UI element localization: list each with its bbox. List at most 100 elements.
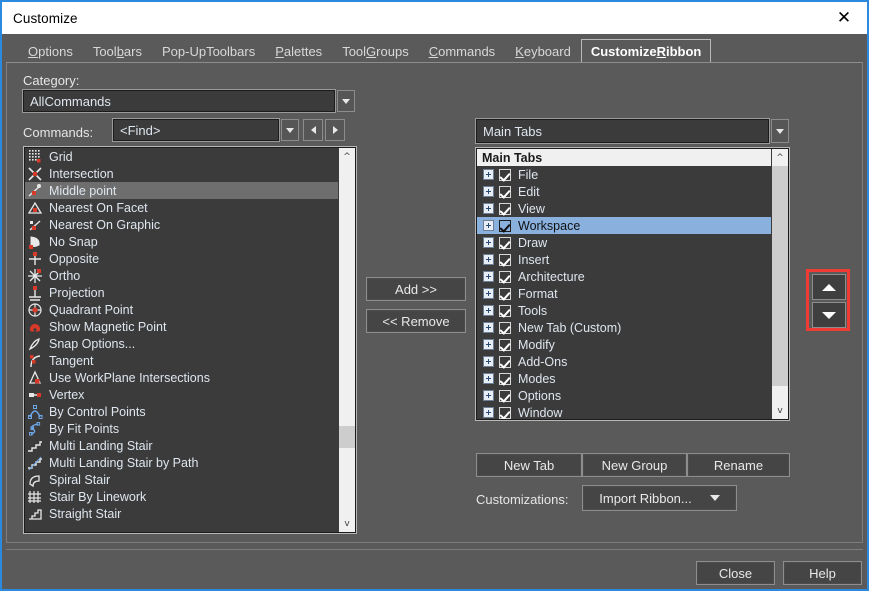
checkbox-checked-icon[interactable] [499,186,511,198]
command-list-item[interactable]: Ortho [25,267,338,284]
checkbox-checked-icon[interactable] [499,407,511,419]
expand-plus-icon[interactable] [483,186,494,197]
expand-plus-icon[interactable] [483,254,494,265]
expand-plus-icon[interactable] [483,220,494,231]
commands-list-scrollbar[interactable]: ^ v [338,148,355,532]
add-button[interactable]: Add >> [366,277,466,301]
command-list-item[interactable]: Stair By Linework [25,488,338,505]
scroll-down-icon[interactable]: v [772,402,788,419]
help-button[interactable]: Help [783,561,862,585]
ribbon-tree-item[interactable]: Add-Ons [477,353,771,370]
checkbox-checked-icon[interactable] [499,339,511,351]
command-list-item[interactable]: No Snap [25,233,338,250]
commands-prev-button[interactable] [303,119,323,141]
ribbon-tree[interactable]: Main Tabs FileEditViewWorkspaceDrawInser… [476,148,789,420]
checkbox-checked-icon[interactable] [499,169,511,181]
ribbon-tree-item[interactable]: Edit [477,183,771,200]
remove-button[interactable]: << Remove [366,309,466,333]
tab-pop-uptoolbars[interactable]: Pop-UpToolbars [152,39,265,63]
command-list-item[interactable]: By Control Points [25,403,338,420]
command-list-item[interactable]: Intersection [25,165,338,182]
ribbon-tree-item[interactable]: Format [477,285,771,302]
new-group-button[interactable]: New Group [582,453,687,477]
checkbox-checked-icon[interactable] [499,254,511,266]
close-icon[interactable]: ✕ [821,2,867,34]
tab-customize-ribbon[interactable]: Customize Ribbon [581,39,712,64]
command-list-item[interactable]: Nearest On Graphic [25,216,338,233]
expand-plus-icon[interactable] [483,271,494,282]
move-down-button[interactable] [812,302,846,328]
expand-plus-icon[interactable] [483,169,494,180]
ribbon-tree-item[interactable]: Modify [477,336,771,353]
checkbox-checked-icon[interactable] [499,305,511,317]
command-list-item[interactable]: Vertex [25,386,338,403]
expand-plus-icon[interactable] [483,305,494,316]
command-list-item[interactable]: Quadrant Point [25,301,338,318]
ribbon-scope-combobox[interactable]: Main Tabs [476,119,769,143]
command-list-item[interactable]: Show Magnetic Point [25,318,338,335]
expand-plus-icon[interactable] [483,373,494,384]
checkbox-checked-icon[interactable] [499,220,511,232]
checkbox-checked-icon[interactable] [499,390,511,402]
command-list-item[interactable]: Grid [25,148,338,165]
category-dropdown-button[interactable] [337,90,355,112]
ribbon-tree-item[interactable]: Options [477,387,771,404]
category-combobox[interactable]: AllCommands [23,90,335,112]
scroll-down-icon[interactable]: v [339,515,355,532]
tab-options[interactable]: Options [18,39,83,63]
command-list-item[interactable]: Middle point [25,182,338,199]
rename-button[interactable]: Rename [687,453,790,477]
scroll-up-icon[interactable]: ^ [339,148,355,165]
expand-plus-icon[interactable] [483,288,494,299]
command-list-item[interactable]: Multi Landing Stair by Path [25,454,338,471]
checkbox-checked-icon[interactable] [499,237,511,249]
ribbon-tree-item[interactable]: Window [477,404,771,419]
command-list-item[interactable]: Opposite [25,250,338,267]
move-up-button[interactable] [812,274,846,300]
expand-plus-icon[interactable] [483,322,494,333]
ribbon-tree-scroll-thumb[interactable] [772,166,788,386]
ribbon-tree-item[interactable]: View [477,200,771,217]
command-list-item[interactable]: Nearest On Facet [25,199,338,216]
commands-dropdown-button[interactable] [281,119,299,141]
command-list-item[interactable]: Multi Landing Stair [25,437,338,454]
commands-find-input[interactable]: <Find> [113,119,279,141]
tab-toolbars[interactable]: Toolbars [83,39,152,63]
new-tab-button[interactable]: New Tab [476,453,582,477]
expand-plus-icon[interactable] [483,203,494,214]
command-list-item[interactable]: Use WorkPlane Intersections [25,369,338,386]
command-list-item[interactable]: Projection [25,284,338,301]
tab-palettes[interactable]: Palettes [265,39,332,63]
scroll-up-icon[interactable]: ^ [772,149,788,166]
expand-plus-icon[interactable] [483,390,494,401]
checkbox-checked-icon[interactable] [499,203,511,215]
tab-commands[interactable]: Commands [419,39,505,63]
ribbon-tree-item[interactable]: Modes [477,370,771,387]
command-list-item[interactable]: Tangent [25,352,338,369]
tab-keyboard[interactable]: Keyboard [505,39,581,63]
close-button[interactable]: Close [696,561,775,585]
command-list-item[interactable]: Snap Options... [25,335,338,352]
command-list-item[interactable]: Spiral Stair [25,471,338,488]
expand-plus-icon[interactable] [483,237,494,248]
ribbon-tree-item[interactable]: Insert [477,251,771,268]
ribbon-tree-item[interactable]: Tools [477,302,771,319]
ribbon-tree-item[interactable]: New Tab (Custom) [477,319,771,336]
commands-next-button[interactable] [325,119,345,141]
command-list-item[interactable]: By Fit Points [25,420,338,437]
checkbox-checked-icon[interactable] [499,322,511,334]
ribbon-tree-item[interactable]: Draw [477,234,771,251]
ribbon-tree-item[interactable]: Architecture [477,268,771,285]
checkbox-checked-icon[interactable] [499,373,511,385]
ribbon-scope-dropdown-button[interactable] [771,119,789,143]
expand-plus-icon[interactable] [483,407,494,418]
expand-plus-icon[interactable] [483,339,494,350]
checkbox-checked-icon[interactable] [499,356,511,368]
ribbon-tree-scrollbar[interactable]: ^ v [771,149,788,419]
command-list-item[interactable]: Straight Stair [25,505,338,522]
expand-plus-icon[interactable] [483,356,494,367]
import-ribbon-button[interactable]: Import Ribbon... [582,485,737,511]
ribbon-tree-item[interactable]: File [477,166,771,183]
ribbon-tree-item[interactable]: Workspace [477,217,771,234]
checkbox-checked-icon[interactable] [499,271,511,283]
